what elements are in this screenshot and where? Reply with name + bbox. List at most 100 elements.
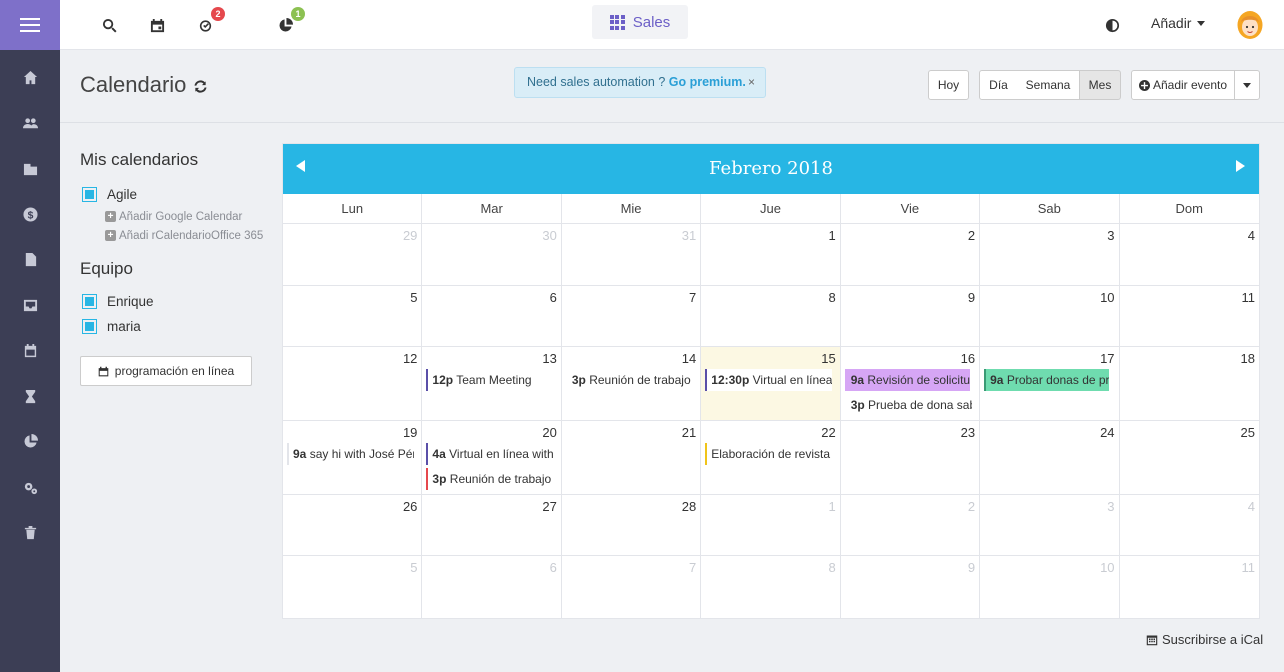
calendar-event[interactable]: 4a Virtual en línea with !	[426, 443, 553, 465]
day-cell[interactable]: 27	[422, 495, 562, 555]
day-cell[interactable]: 6	[422, 286, 562, 346]
menu-toggle-button[interactable]	[0, 0, 60, 50]
week-view-button[interactable]: Semana	[1017, 70, 1080, 100]
team-toggle-enrique[interactable]: Enrique	[80, 289, 270, 314]
sidebar-item-calendar[interactable]	[0, 328, 60, 374]
calendar-event[interactable]: 12p Team Meeting	[426, 369, 553, 391]
sidebar-item-home[interactable]	[0, 55, 60, 101]
refresh-icon[interactable]	[193, 79, 208, 94]
day-cell[interactable]: 1	[701, 224, 841, 285]
day-cell[interactable]: 8	[701, 556, 841, 618]
week-row: 26 27 28 1 2 3 4	[283, 495, 1259, 556]
day-cell[interactable]: 13 12p Team Meeting	[422, 347, 562, 420]
checkbox[interactable]	[82, 187, 97, 202]
calendar-toggle-agile[interactable]: Agile	[80, 182, 270, 207]
calendar-event[interactable]: 3p Reunión de trabajo	[426, 468, 553, 490]
today-button[interactable]: Hoy	[928, 70, 969, 100]
checkbox[interactable]	[82, 319, 97, 334]
sidebar-item-companies[interactable]	[0, 146, 60, 192]
day-cell[interactable]: 23	[841, 421, 981, 494]
day-cell[interactable]: 26	[283, 495, 423, 555]
day-cell[interactable]: 10	[980, 556, 1120, 618]
day-cell[interactable]: 21	[562, 421, 702, 494]
day-cell[interactable]: 7	[562, 556, 702, 618]
day-cell[interactable]: 14 3p Reunión de trabajo	[562, 347, 702, 420]
day-cell[interactable]: 5	[283, 556, 423, 618]
day-cell[interactable]: 6	[422, 556, 562, 618]
search-button[interactable]	[97, 13, 121, 37]
event-time: 9a	[850, 373, 865, 387]
tasks-button[interactable]: 2	[193, 7, 225, 37]
day-cell[interactable]: 28	[562, 495, 702, 555]
day-cell[interactable]: 4	[1120, 224, 1259, 285]
day-cell[interactable]: 2	[841, 495, 981, 555]
day-cell[interactable]: 12	[283, 347, 423, 420]
day-cell[interactable]: 9	[841, 556, 981, 618]
sidebar-item-settings[interactable]	[0, 465, 60, 511]
hamburger-icon	[20, 24, 40, 26]
theme-toggle-button[interactable]	[1100, 13, 1124, 37]
day-cell[interactable]: 9	[841, 286, 981, 346]
day-cell[interactable]: 8	[701, 286, 841, 346]
deals-button[interactable]: 1	[273, 7, 305, 37]
day-cell[interactable]: 4	[1120, 495, 1259, 555]
close-icon[interactable]: ×	[748, 75, 755, 89]
day-cell[interactable]: 30	[422, 224, 562, 285]
go-premium-link[interactable]: Go premium.	[669, 75, 746, 89]
calendar-shortcut-button[interactable]	[145, 13, 169, 37]
checkbox[interactable]	[82, 294, 97, 309]
weekday-label: Sab	[980, 194, 1120, 223]
day-cell-today[interactable]: 15 12:30p Virtual en línea v	[701, 347, 841, 420]
day-cell[interactable]: 11	[1120, 556, 1259, 618]
sidebar-item-trash[interactable]	[0, 510, 60, 556]
day-cell[interactable]: 5	[283, 286, 423, 346]
next-month-arrow-icon[interactable]	[1236, 160, 1245, 172]
add-google-calendar-link[interactable]: + Añadir Google Calendar	[80, 207, 270, 226]
day-cell[interactable]: 22 Elaboración de revista	[701, 421, 841, 494]
subscribe-ical-link[interactable]: Suscribirse a iCal	[1146, 632, 1263, 647]
calendar-event[interactable]: 9a Probar donas de prov	[984, 369, 1110, 391]
team-toggle-maria[interactable]: maria	[80, 314, 270, 339]
sidebar-item-contacts[interactable]	[0, 101, 60, 147]
add-event-dropdown-toggle[interactable]	[1234, 70, 1260, 100]
add-event-button[interactable]: Añadir evento	[1131, 70, 1235, 100]
day-cell[interactable]: 10	[980, 286, 1120, 346]
day-cell[interactable]: 1	[701, 495, 841, 555]
day-cell[interactable]: 3	[980, 224, 1120, 285]
sidebar-item-inbox[interactable]	[0, 283, 60, 329]
day-cell[interactable]: 25	[1120, 421, 1259, 494]
user-avatar[interactable]	[1237, 10, 1263, 40]
day-cell[interactable]: 24	[980, 421, 1120, 494]
day-view-button[interactable]: Día	[979, 70, 1018, 100]
team-member-name: maria	[107, 319, 141, 334]
add-office365-calendar-link[interactable]: + Añadi rCalendarioOffice 365	[80, 226, 270, 245]
sidebar-item-tasks[interactable]	[0, 374, 60, 420]
day-number: 24	[1100, 425, 1115, 440]
day-cell[interactable]: 17 9a Probar donas de prov	[980, 347, 1120, 420]
day-cell[interactable]: 18	[1120, 347, 1259, 420]
day-cell[interactable]: 16 9a Revisión de solicitud 3p Prueba de…	[841, 347, 981, 420]
app-switcher-button[interactable]: Sales	[592, 5, 688, 39]
day-cell[interactable]: 3	[980, 495, 1120, 555]
sidebar-item-reports[interactable]	[0, 419, 60, 465]
calendar-event[interactable]: 3p Prueba de dona sabo	[845, 394, 972, 416]
add-menu-dropdown[interactable]: Añadir	[1151, 15, 1206, 31]
day-cell[interactable]: 11	[1120, 286, 1259, 346]
day-cell[interactable]: 7	[562, 286, 702, 346]
day-number: 10	[1100, 290, 1115, 305]
sidebar-item-deals[interactable]: $	[0, 192, 60, 238]
month-view-button[interactable]: Mes	[1079, 70, 1121, 100]
online-scheduling-button[interactable]: programación en línea	[80, 356, 252, 386]
day-cell[interactable]: 2	[841, 224, 981, 285]
day-cell[interactable]: 19 9a say hi with José Pére	[283, 421, 423, 494]
calendar-event[interactable]: 3p Reunión de trabajo	[566, 369, 693, 391]
sidebar-item-documents[interactable]	[0, 237, 60, 283]
calendar-event[interactable]: Elaboración de revista	[705, 443, 832, 465]
day-cell[interactable]: 29	[283, 224, 423, 285]
calendar-event[interactable]: 12:30p Virtual en línea v	[705, 369, 833, 391]
calendar-event[interactable]: 9a say hi with José Pére	[287, 443, 414, 465]
day-cell[interactable]: 20 4a Virtual en línea with ! 3p Reunión…	[422, 421, 562, 494]
day-cell[interactable]: 31	[562, 224, 702, 285]
day-number: 11	[1241, 560, 1255, 575]
calendar-event[interactable]: 9a Revisión de solicitud	[844, 369, 970, 391]
